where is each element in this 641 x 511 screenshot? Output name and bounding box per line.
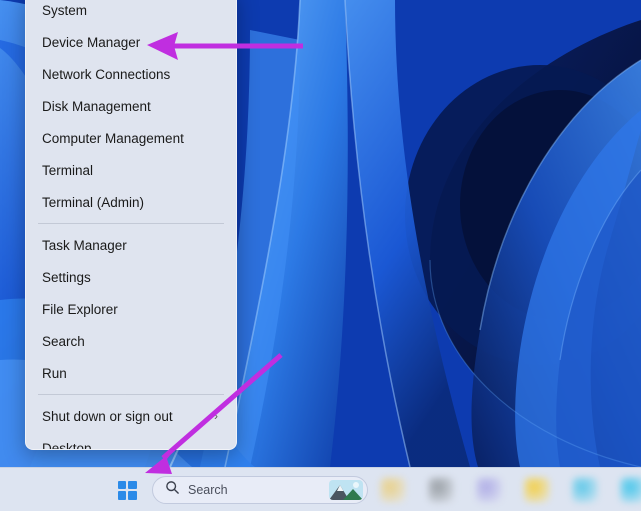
menu-item-device-manager[interactable]: Device Manager [26, 26, 236, 58]
windows-logo-icon [117, 480, 137, 500]
menu-item-settings[interactable]: Settings [26, 261, 236, 293]
menu-item-label: Terminal [42, 162, 94, 178]
menu-separator [38, 223, 224, 224]
menu-item-run[interactable]: Run [26, 357, 236, 389]
mountain-landscape-thumbnail[interactable] [329, 480, 363, 500]
menu-item-label: Terminal (Admin) [42, 194, 145, 210]
taskbar-icon-3[interactable] [476, 477, 502, 503]
menu-item-label: Network Connections [42, 66, 171, 82]
menu-item-shut-down-or-sign-out[interactable]: Shut down or sign out › [26, 400, 236, 432]
taskbar-center-group: Search [112, 468, 368, 511]
start-button[interactable] [112, 475, 142, 505]
menu-separator [38, 394, 224, 395]
taskbar-icon-2[interactable] [428, 477, 454, 503]
menu-item-label: Run [42, 365, 67, 381]
taskbar-pinned-icons [380, 468, 641, 511]
menu-item-label: Computer Management [42, 130, 184, 146]
menu-item-label: Task Manager [42, 237, 127, 253]
menu-item-search[interactable]: Search [26, 325, 236, 357]
taskbar-icon-1[interactable] [380, 477, 406, 503]
taskbar[interactable]: Search [0, 467, 641, 511]
search-icon [165, 480, 180, 500]
menu-item-label: Settings [42, 269, 91, 285]
chevron-right-icon: › [214, 409, 218, 423]
menu-item-label: Shut down or sign out [42, 408, 173, 424]
power-user-menu[interactable]: System Device Manager Network Connections D… [25, 0, 237, 450]
menu-item-label: System [42, 2, 88, 18]
search-input[interactable]: Search [152, 476, 368, 504]
taskbar-icon-6[interactable] [620, 477, 641, 503]
menu-item-label: Disk Management [42, 98, 151, 114]
menu-item-terminal-admin[interactable]: Terminal (Admin) [26, 186, 236, 218]
menu-item-label: Device Manager [42, 34, 141, 50]
taskbar-icon-4[interactable] [524, 477, 550, 503]
menu-item-task-manager[interactable]: Task Manager [26, 229, 236, 261]
menu-item-file-explorer[interactable]: File Explorer [26, 293, 236, 325]
search-placeholder-text: Search [188, 483, 228, 497]
menu-item-disk-management[interactable]: Disk Management [26, 90, 236, 122]
taskbar-icon-5[interactable] [572, 477, 598, 503]
menu-item-network-connections[interactable]: Network Connections [26, 58, 236, 90]
menu-item-system[interactable]: System [26, 0, 236, 26]
menu-item-label: Search [42, 333, 85, 349]
menu-item-terminal[interactable]: Terminal [26, 154, 236, 186]
menu-item-computer-management[interactable]: Computer Management [26, 122, 236, 154]
menu-item-label: Desktop [42, 440, 92, 450]
menu-item-desktop[interactable]: Desktop [26, 432, 236, 450]
menu-item-label: File Explorer [42, 301, 118, 317]
